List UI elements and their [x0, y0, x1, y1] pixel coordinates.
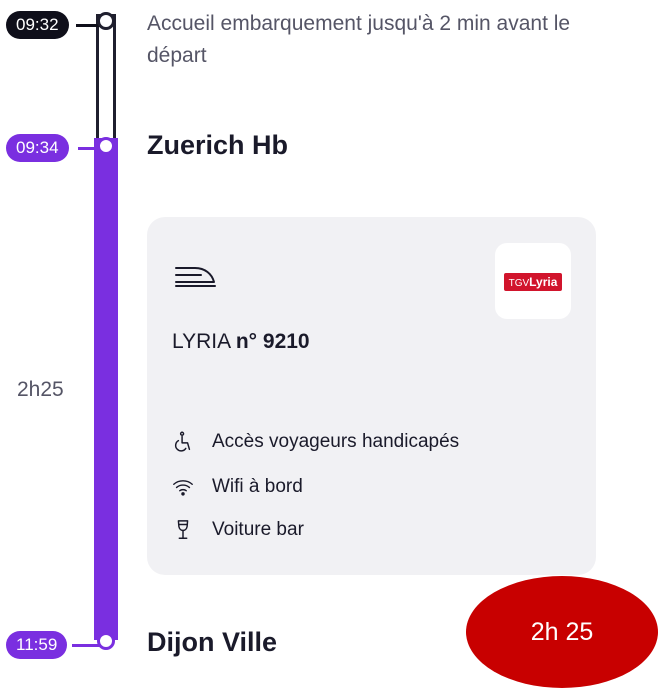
timeline-node-boarding [97, 12, 115, 30]
service-label: Accès voyageurs handicapés [212, 431, 460, 452]
departure-time-pill: 09:34 [6, 134, 69, 162]
train-details-card[interactable]: TGVLyria LYRIA n° 9210 Accès voyageurs h… [147, 217, 596, 575]
wheelchair-icon [174, 431, 191, 452]
service-label: Voiture bar [212, 519, 304, 540]
timeline-journey-segment [94, 138, 118, 640]
tgv-lyria-logo: TGVLyria [504, 273, 562, 291]
timeline-connector [76, 24, 100, 27]
timeline-node-departure [97, 137, 115, 155]
boarding-time-pill: 09:32 [6, 11, 69, 39]
boarding-info: Accueil embarquement jusqu'à 2 min avant… [147, 12, 571, 67]
duration-overlay-badge: 2h 25 [466, 576, 658, 688]
train-icon [175, 267, 216, 287]
wifi-icon [173, 480, 193, 496]
wine-glass-icon [177, 520, 189, 539]
operator-logo: TGVLyria [495, 243, 571, 319]
service-bar: Voiture bar [172, 516, 304, 544]
timeline-connector [72, 644, 100, 647]
service-accessibility: Accès voyageurs handicapés [172, 428, 459, 456]
timeline-node-arrival [97, 632, 115, 650]
arrival-station: Dijon Ville [147, 627, 278, 657]
train-name: LYRIA n° 9210 [172, 330, 310, 353]
journey-duration: 2h25 [17, 378, 64, 401]
departure-station: Zuerich Hb [147, 130, 289, 160]
service-label: Wifi à bord [212, 476, 303, 497]
timeline-boarding-segment [96, 14, 116, 138]
service-wifi: Wifi à bord [172, 473, 303, 501]
arrival-time-pill: 11:59 [6, 631, 68, 659]
